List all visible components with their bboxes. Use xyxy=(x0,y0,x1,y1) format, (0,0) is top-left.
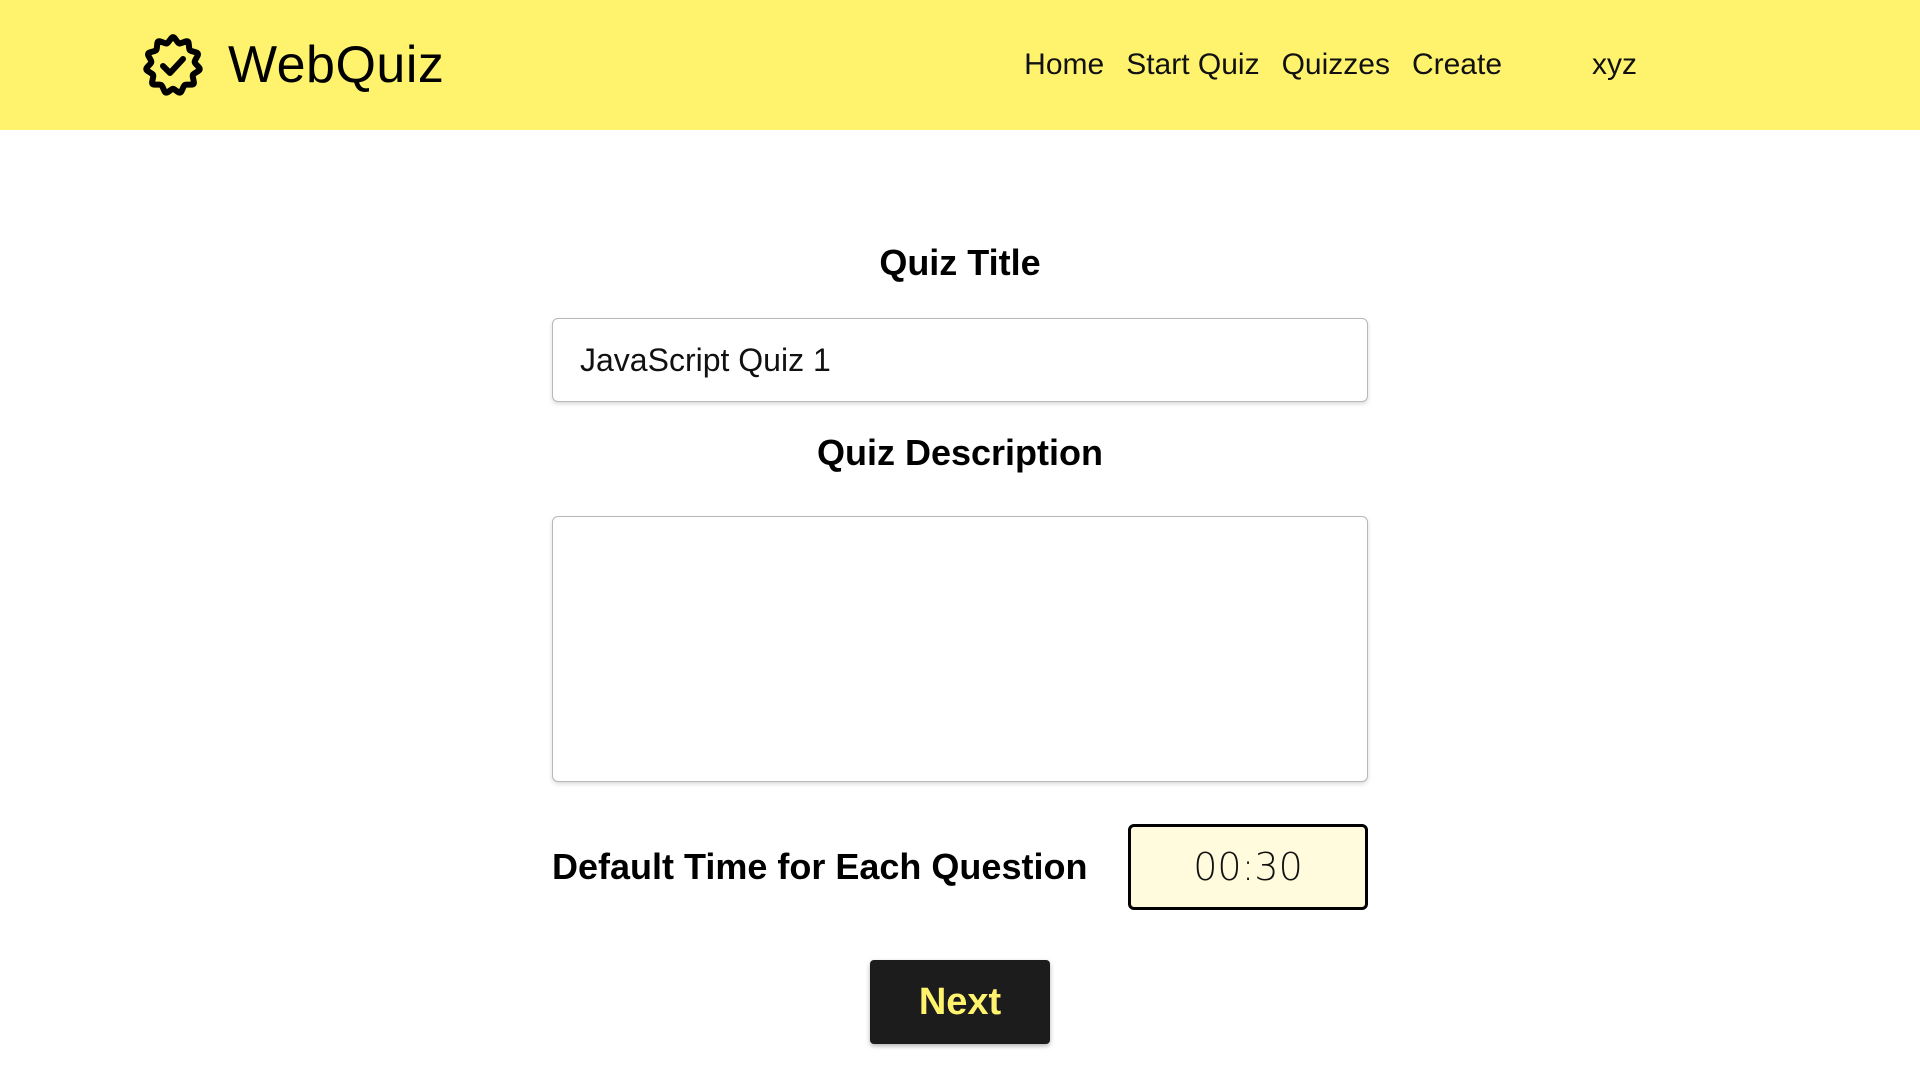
default-time-label: Default Time for Each Question xyxy=(552,846,1088,887)
next-button[interactable]: Next xyxy=(870,960,1050,1044)
default-time-row: Default Time for Each Question xyxy=(552,824,1368,910)
nav-item-create[interactable]: Create xyxy=(1412,48,1502,82)
brand-name: WebQuiz xyxy=(228,36,445,94)
nav-item-quizzes[interactable]: Quizzes xyxy=(1282,48,1390,82)
default-time-input[interactable] xyxy=(1128,824,1368,910)
nav-item-start-quiz[interactable]: Start Quiz xyxy=(1126,48,1259,82)
badge-check-icon xyxy=(143,34,203,96)
top-header: WebQuiz Home Start Quiz Quizzes Create x… xyxy=(0,0,1920,130)
brand-logo-link[interactable]: WebQuiz xyxy=(138,30,444,100)
main-nav: Home Start Quiz Quizzes Create xyz xyxy=(1002,40,1637,90)
quiz-title-label: Quiz Title xyxy=(879,242,1041,283)
nav-user-menu[interactable]: xyz xyxy=(1592,48,1637,82)
quiz-description-input[interactable] xyxy=(552,516,1368,782)
nav-item-home[interactable]: Home xyxy=(1024,48,1104,82)
quiz-description-label: Quiz Description xyxy=(816,432,1104,473)
quiz-title-input[interactable] xyxy=(552,318,1368,402)
